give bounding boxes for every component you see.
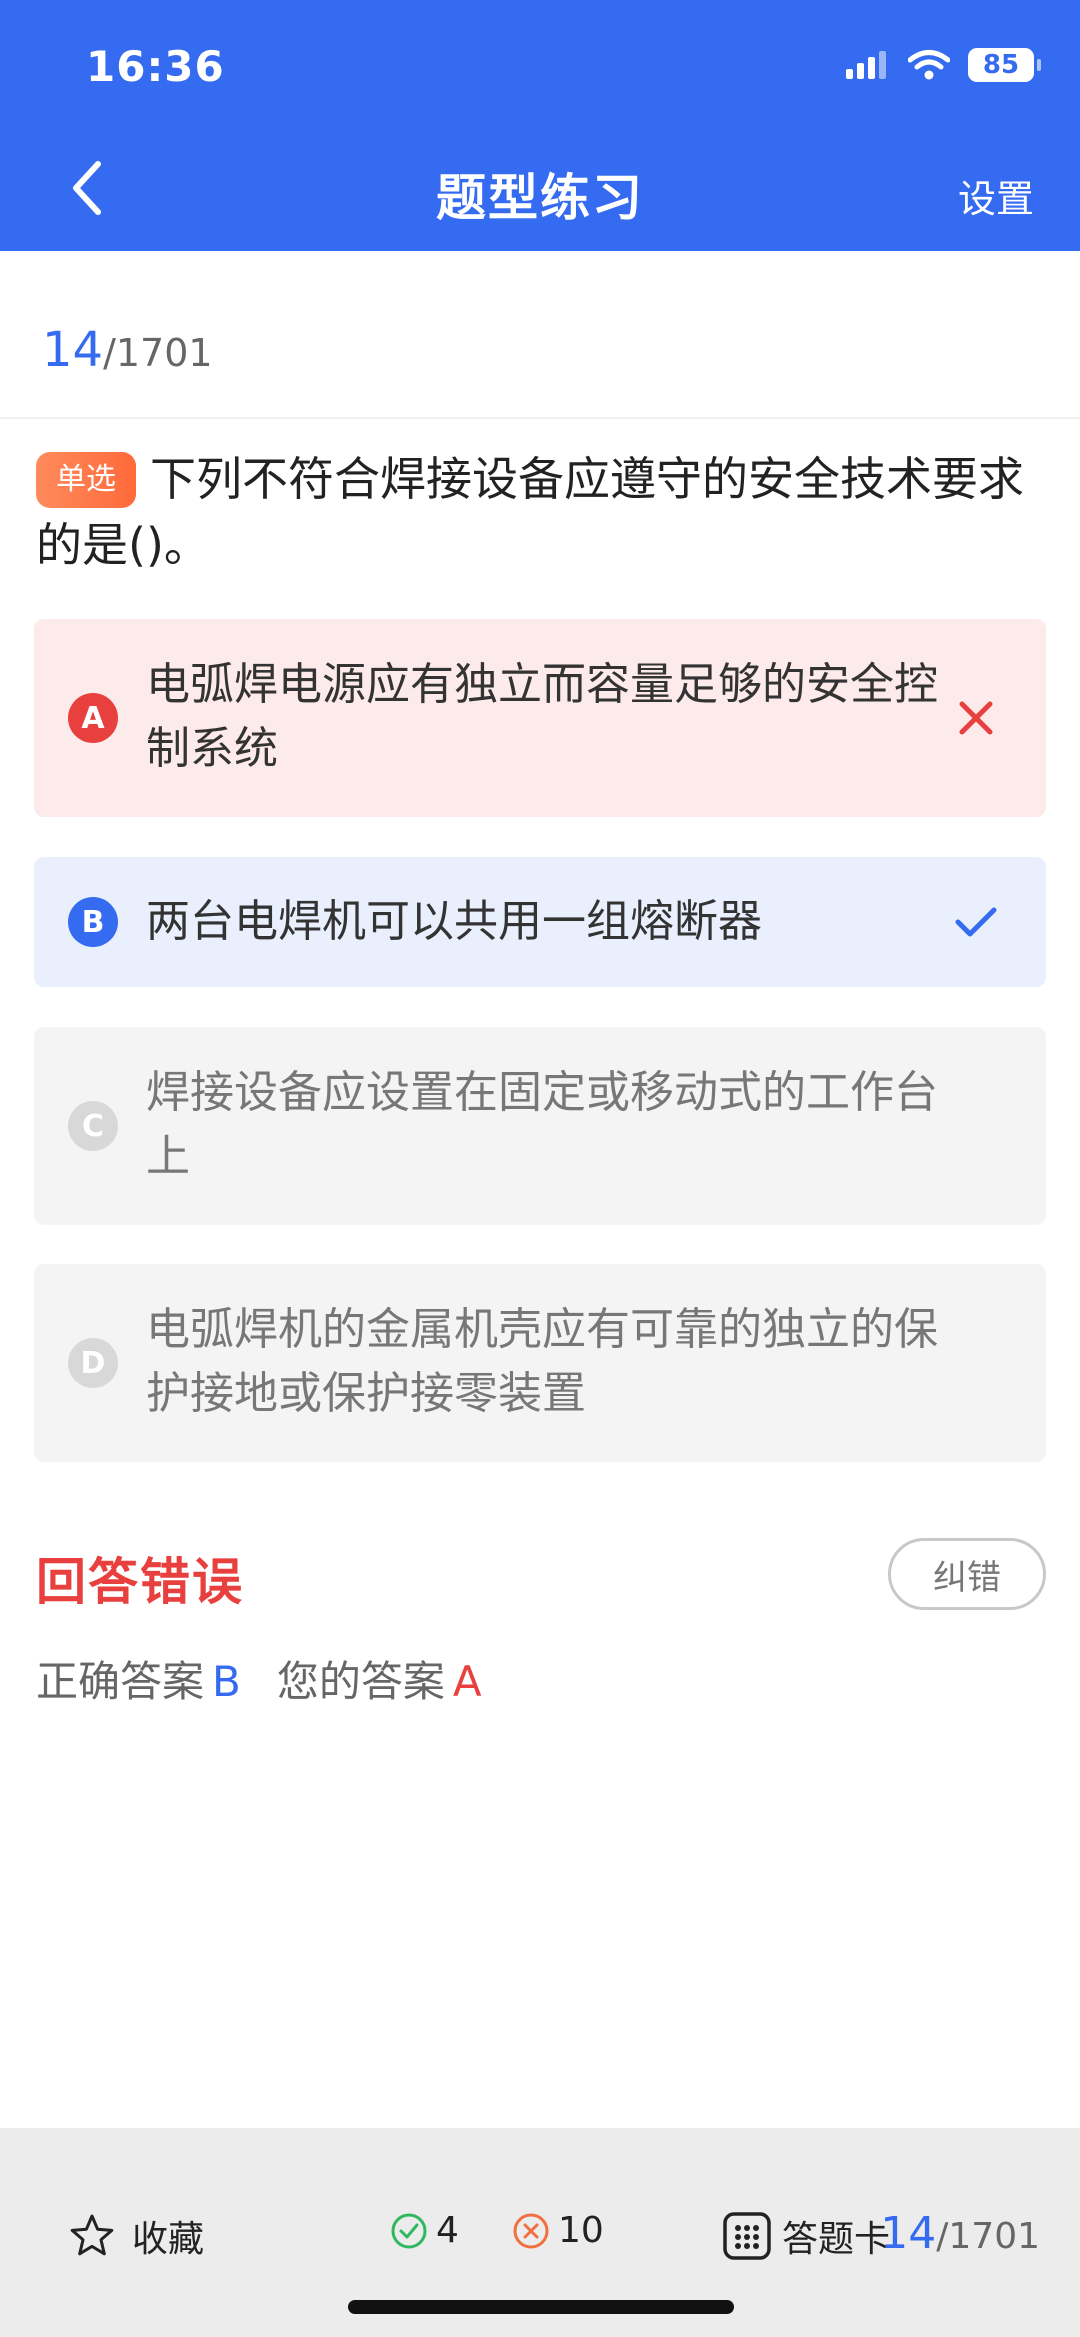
answer-summary: 正确答案 B 您的答案 A — [36, 1648, 482, 1709]
home-indicator — [348, 2300, 734, 2314]
option-b[interactable]: B 两台电焊机可以共用一组熔断器 — [34, 857, 1046, 987]
option-d[interactable]: D 电弧焊机的金属机壳应有可靠的独立的保护接地或保护接零装置 — [34, 1264, 1046, 1462]
question-type-badge: 单选 — [36, 452, 136, 508]
question-stem: 单选 下列不符合焊接设备应遵守的安全技术要求的是()。 — [36, 446, 1046, 578]
bottom-progress: 14/1701 — [880, 2208, 1040, 2259]
status-icons: 85 — [846, 48, 1041, 82]
progress-total: /1701 — [103, 331, 213, 375]
option-c[interactable]: C 焊接设备应设置在固定或移动式的工作台上 — [34, 1027, 1046, 1225]
option-a[interactable]: A 电弧焊电源应有独立而容量足够的安全控制系统 — [34, 619, 1046, 817]
page-title: 题型练习 — [436, 169, 644, 227]
option-text-a: 电弧焊电源应有独立而容量足够的安全控制系统 — [146, 659, 938, 774]
page: 16:36 85 题型练习 设置 14/1701 单选 下列不符合焊接设备应遵守… — [0, 0, 1080, 2337]
your-answer-label: 您的答案 — [276, 1657, 445, 1706]
answer-card-button[interactable]: 答题卡 — [722, 2210, 890, 2262]
battery-level: 85 — [982, 50, 1020, 80]
settings-button[interactable]: 设置 — [958, 168, 1034, 223]
option-letter-d: D — [68, 1338, 118, 1388]
option-text-d: 电弧焊机的金属机壳应有可靠的独立的保护接地或保护接零装置 — [146, 1304, 938, 1419]
question-text: 下列不符合焊接设备应遵守的安全技术要求的是()。 — [36, 452, 1024, 572]
option-letter-b: B — [68, 897, 118, 947]
right-count-value: 4 — [436, 2210, 459, 2251]
x-circle-icon — [513, 2213, 549, 2248]
option-text-b: 两台电焊机可以共用一组熔断器 — [146, 896, 762, 947]
divider — [0, 417, 1080, 419]
signal-icon — [846, 51, 886, 79]
check-icon — [955, 907, 997, 937]
wrong-count: 10 — [512, 2210, 604, 2251]
option-text-c: 焊接设备应设置在固定或移动式的工作台上 — [146, 1067, 938, 1182]
question-progress: 14/1701 — [42, 322, 213, 378]
check-circle-icon — [391, 2213, 427, 2248]
header: 16:36 85 题型练习 设置 — [0, 0, 1080, 251]
result-title: 回答错误 — [36, 1553, 244, 1611]
bottom-progress-current: 14 — [880, 2208, 937, 2259]
your-answer-value: A — [452, 1657, 482, 1706]
star-icon — [70, 2214, 114, 2256]
correction-button[interactable]: 纠错 — [888, 1538, 1046, 1610]
wrong-count-value: 10 — [558, 2210, 604, 2251]
bottom-progress-total: /1701 — [936, 2216, 1040, 2257]
right-count: 4 — [390, 2210, 459, 2251]
answer-card-label: 答题卡 — [782, 2219, 891, 2260]
battery-icon: 85 — [968, 48, 1041, 82]
wrong-x-icon — [959, 701, 993, 735]
option-letter-c: C — [68, 1101, 118, 1151]
grid-icon — [723, 2212, 771, 2260]
progress-current: 14 — [42, 322, 104, 378]
favorite-label: 收藏 — [132, 2219, 205, 2260]
option-letter-a: A — [68, 693, 118, 743]
favorite-button[interactable]: 收藏 — [68, 2210, 204, 2262]
status-time: 16:36 — [86, 42, 225, 91]
correct-answer-label: 正确答案 — [36, 1657, 205, 1706]
wifi-icon — [908, 50, 950, 80]
correct-answer-value: B — [212, 1657, 241, 1706]
